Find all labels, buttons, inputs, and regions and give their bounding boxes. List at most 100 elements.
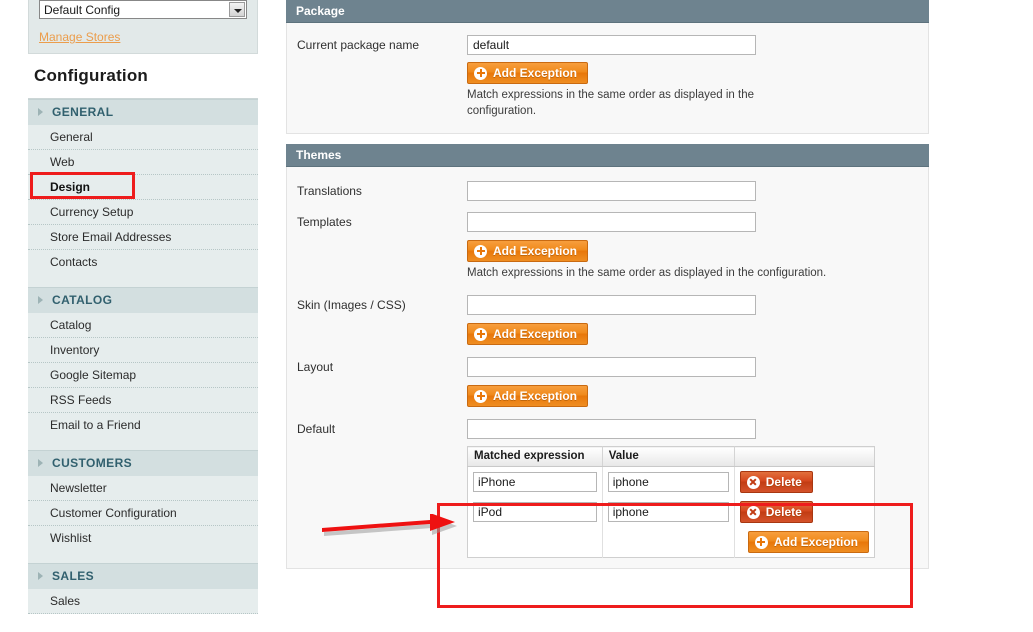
- current-package-name-row: Current package name Add Exception Match…: [287, 35, 928, 119]
- expression-cell: [467, 497, 603, 527]
- value-cell: [602, 466, 735, 497]
- chevron-down-icon[interactable]: [229, 2, 245, 17]
- sidebar-item-general[interactable]: General: [28, 125, 258, 150]
- table-row-actions: Add Exception: [467, 527, 875, 558]
- column-value: Value: [602, 446, 735, 467]
- nav-group-header-sales[interactable]: SALES: [28, 563, 258, 589]
- value-input-1[interactable]: [607, 502, 729, 522]
- skin-control: Add Exception: [467, 295, 928, 345]
- sidebar-item-contacts[interactable]: Contacts: [28, 250, 258, 275]
- layout-row: Layout Add Exception: [287, 357, 928, 407]
- templates-add-exception-label: Add Exception: [493, 244, 578, 258]
- empty-cell: [602, 527, 735, 558]
- skin-add-exception-label: Add Exception: [493, 327, 578, 341]
- nav-group-sales: SALES Sales: [28, 563, 258, 614]
- current-package-name-input[interactable]: [467, 35, 756, 55]
- delete-label-1: Delete: [765, 505, 802, 519]
- manage-stores-link[interactable]: Manage Stores: [39, 30, 120, 44]
- nav-group-customers: CUSTOMERS Newsletter Customer Configurat…: [28, 450, 258, 563]
- action-cell: Delete: [734, 497, 875, 527]
- skin-add-exception-button[interactable]: Add Exception: [467, 323, 589, 345]
- layout-add-exception-label: Add Exception: [493, 389, 578, 403]
- plus-circle-icon: [474, 244, 487, 258]
- layout-add-exception-button[interactable]: Add Exception: [467, 385, 589, 407]
- value-cell: [602, 497, 735, 527]
- expression-input-1[interactable]: [473, 502, 597, 522]
- sidebar-item-store-email-addresses[interactable]: Store Email Addresses: [28, 225, 258, 250]
- package-panel-header[interactable]: Package: [286, 0, 929, 23]
- templates-control: Add Exception Match expressions in the s…: [467, 212, 928, 281]
- configuration-sidebar: Default Config Manage Stores Configurati…: [28, 0, 258, 632]
- default-control: Matched expression Value iPhone iphone D…: [467, 419, 928, 558]
- grid-add-exception-button[interactable]: Add Exception: [747, 531, 869, 553]
- templates-input[interactable]: [467, 212, 756, 232]
- package-panel-body: Current package name Add Exception Match…: [286, 23, 929, 134]
- expression-input-0[interactable]: [473, 472, 597, 492]
- sidebar-item-email-to-a-friend[interactable]: Email to a Friend: [28, 413, 258, 438]
- layout-label: Layout: [297, 360, 334, 374]
- action-cell: Delete: [734, 466, 875, 497]
- sidebar-item-currency-setup[interactable]: Currency Setup: [28, 200, 258, 225]
- package-add-exception-button[interactable]: Add Exception: [467, 62, 589, 84]
- templates-label: Templates: [297, 215, 352, 229]
- exceptions-grid-body: Delete: [467, 466, 875, 558]
- nav-group-spacer: [28, 275, 258, 287]
- nav-group-label: SALES: [52, 569, 95, 583]
- skin-row: Skin (Images / CSS) Add Exception: [287, 295, 928, 345]
- nav-group-header-customers[interactable]: CUSTOMERS: [28, 450, 258, 476]
- exceptions-grid-head: Matched expression Value: [467, 446, 875, 467]
- nav-group-label: CUSTOMERS: [52, 456, 133, 470]
- sidebar-item-sales[interactable]: Sales: [28, 589, 258, 614]
- delete-button-1[interactable]: Delete: [739, 501, 813, 523]
- themes-panel: Themes Translations Templates Add Except…: [286, 144, 929, 569]
- nav-group-label: GENERAL: [52, 105, 114, 119]
- sidebar-item-catalog[interactable]: Catalog: [28, 313, 258, 338]
- table-row: Delete: [467, 466, 875, 497]
- nav-group-header-general[interactable]: GENERAL: [28, 99, 258, 125]
- nav-group-label: CATALOG: [52, 293, 113, 307]
- translations-label: Translations: [297, 184, 362, 198]
- store-switcher-box: Default Config Manage Stores: [28, 0, 258, 54]
- delete-button-0[interactable]: Delete: [739, 471, 813, 493]
- design-highlight-box: [30, 172, 135, 199]
- grid-action-cell: Add Exception: [734, 527, 875, 558]
- sidebar-item-rss-feeds[interactable]: RSS Feeds: [28, 388, 258, 413]
- value-input-0[interactable]: [607, 472, 729, 492]
- nav-group-catalog: CATALOG Catalog Inventory Google Sitemap…: [28, 287, 258, 450]
- translations-input[interactable]: [467, 181, 756, 201]
- nav-group-header-catalog[interactable]: CATALOG: [28, 287, 258, 313]
- sidebar-item-inventory[interactable]: Inventory: [28, 338, 258, 363]
- sidebar-item-newsletter[interactable]: Newsletter: [28, 476, 258, 501]
- skin-label: Skin (Images / CSS): [297, 298, 406, 312]
- grid-add-exception-label: Add Exception: [773, 535, 858, 549]
- themes-panel-header[interactable]: Themes: [286, 144, 929, 167]
- empty-cell: [467, 527, 603, 558]
- exceptions-grid: Matched expression Value iPhone iphone D…: [467, 446, 875, 558]
- plus-circle-icon: [474, 66, 487, 80]
- close-circle-icon: [746, 505, 760, 519]
- package-add-exception-label: Add Exception: [493, 66, 578, 80]
- plus-circle-icon: [474, 389, 487, 403]
- table-row: Delete: [467, 497, 875, 527]
- sidebar-item-customer-configuration[interactable]: Customer Configuration: [28, 501, 258, 526]
- layout-control: Add Exception: [467, 357, 928, 407]
- delete-label-0: Delete: [765, 475, 802, 489]
- default-input[interactable]: [467, 419, 756, 439]
- plus-circle-icon: [474, 327, 487, 341]
- templates-add-exception-button[interactable]: Add Exception: [467, 240, 589, 262]
- store-switcher-value: Default Config: [44, 3, 121, 17]
- plus-circle-icon: [754, 535, 768, 549]
- layout-input[interactable]: [467, 357, 756, 377]
- triangle-right-icon: [38, 295, 43, 304]
- themes-panel-body: Translations Templates Add Exception Mat…: [286, 167, 929, 569]
- triangle-right-icon: [38, 107, 43, 116]
- exceptions-grid-header-row: Matched expression Value: [467, 446, 875, 467]
- sidebar-item-google-sitemap[interactable]: Google Sitemap: [28, 363, 258, 388]
- skin-input[interactable]: [467, 295, 756, 315]
- store-switcher-select[interactable]: Default Config: [39, 0, 247, 19]
- default-label: Default: [297, 422, 336, 436]
- templates-row: Templates Add Exception Match expression…: [287, 212, 928, 281]
- package-panel: Package Current package name Add Excepti…: [286, 0, 929, 134]
- sidebar-item-wishlist[interactable]: Wishlist: [28, 526, 258, 551]
- triangle-right-icon: [38, 571, 43, 580]
